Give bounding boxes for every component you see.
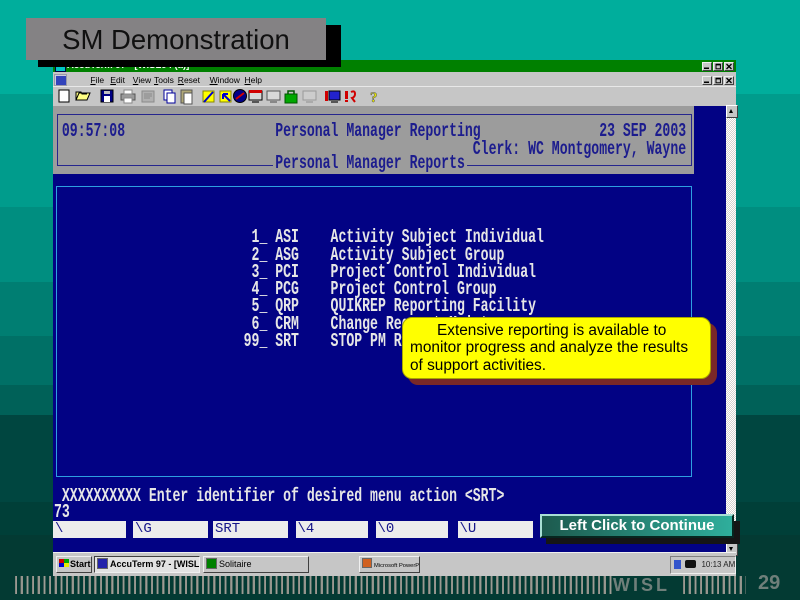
svg-text:?: ? <box>370 90 378 106</box>
